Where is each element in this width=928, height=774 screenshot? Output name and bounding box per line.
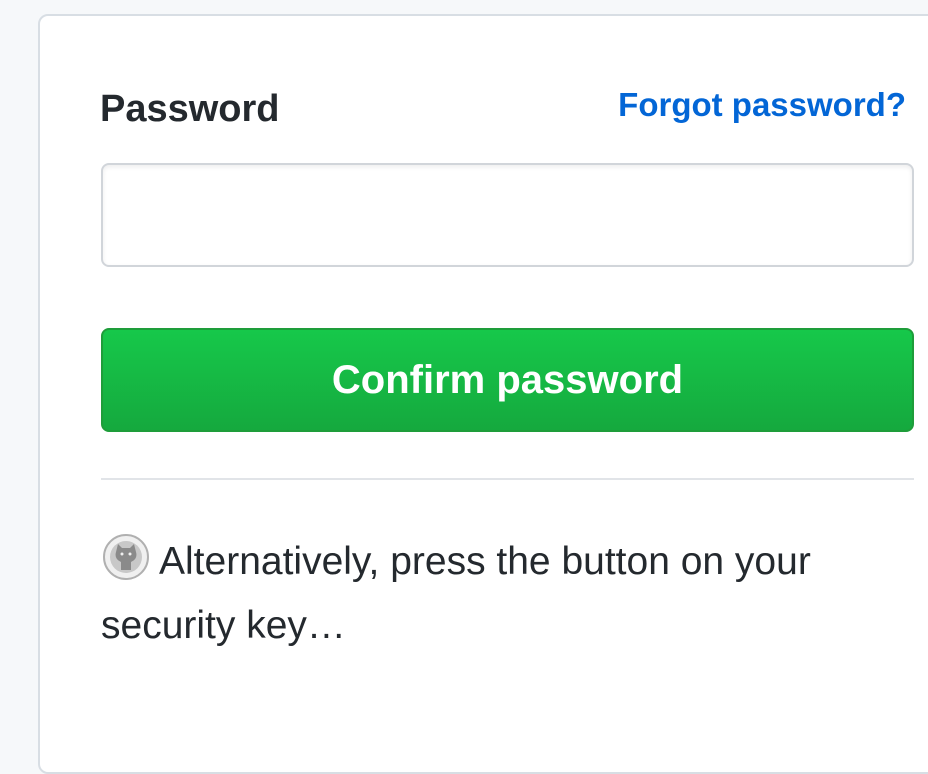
confirm-password-button[interactable]: Confirm password [101,328,914,432]
security-key-hint: Alternatively, press the button on your … [101,530,861,658]
password-label-row: Password Forgot password? [100,86,914,136]
forgot-password-link[interactable]: Forgot password? [618,86,906,124]
password-label: Password [100,88,280,130]
security-key-hint-text: Alternatively, press the button on your … [101,540,811,647]
divider [101,478,914,480]
octocat-icon [101,532,151,582]
password-input[interactable] [101,163,914,267]
